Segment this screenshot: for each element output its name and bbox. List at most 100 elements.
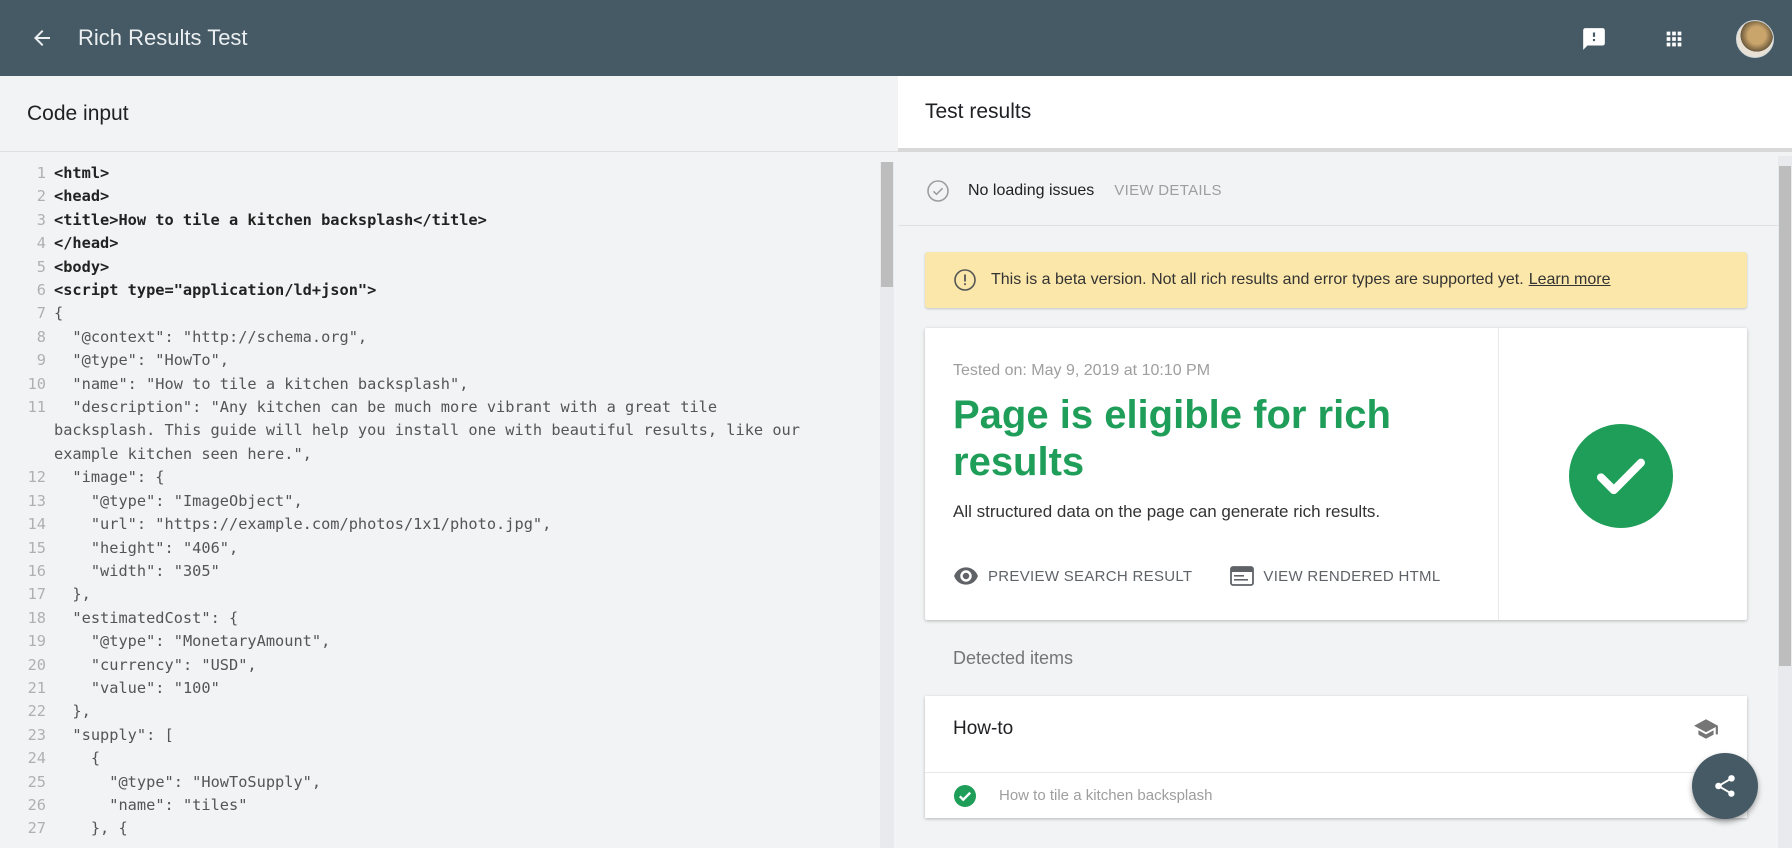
test-results-panel: Test results No loading issues VIEW DETA…	[898, 76, 1792, 848]
line-number: 1	[36, 164, 46, 182]
preview-search-result-button[interactable]: PREVIEW SEARCH RESULT	[953, 566, 1192, 586]
line-number: 3	[36, 210, 46, 229]
code-text: {	[54, 304, 64, 323]
code-line: 25 "@type": "HowToSupply",	[0, 771, 880, 794]
code-line: 23 "supply": [	[0, 724, 880, 747]
line-number: 10	[27, 374, 46, 393]
line-number: 11	[27, 398, 46, 417]
code-text: <html>	[54, 164, 110, 182]
code-line: 8 "@context": "http://schema.org",	[0, 326, 880, 349]
share-icon	[1715, 775, 1735, 797]
eye-icon	[954, 567, 978, 585]
eligibility-subtext: All structured data on the page can gene…	[953, 502, 1381, 521]
code-scrollbar-thumb[interactable]	[881, 162, 893, 287]
check-circle-outline-icon	[927, 179, 949, 202]
line-number: 9	[36, 351, 46, 370]
code-line: 13 "@type": "ImageObject",	[0, 490, 880, 513]
code-line: 22 },	[0, 700, 880, 723]
feedback-icon	[1583, 28, 1605, 50]
line-number: 2	[36, 187, 46, 206]
tested-on: Tested on: May 9, 2019 at 10:10 PM	[953, 362, 1211, 379]
line-number: 17	[27, 585, 46, 604]
share-button[interactable]	[1692, 753, 1758, 819]
view-details-button[interactable]: VIEW DETAILS	[1114, 182, 1222, 199]
line-number: 21	[27, 678, 46, 697]
line-number: 18	[27, 608, 46, 627]
code-text: {	[54, 749, 101, 768]
success-check-icon	[1569, 424, 1673, 528]
detected-item-name: How to tile a kitchen backsplash	[999, 787, 1213, 804]
avatar[interactable]	[1736, 20, 1774, 58]
code-text: </head>	[54, 234, 119, 253]
code-text: "estimatedCost": {	[54, 608, 239, 627]
code-line: 27 }, {	[0, 817, 880, 840]
code-text: "height": "406",	[54, 538, 239, 557]
code-text: <body>	[54, 257, 110, 276]
top-app-bar: Rich Results Test	[0, 0, 1792, 76]
back-button[interactable]	[26, 22, 58, 54]
loading-status: No loading issues	[968, 181, 1095, 199]
code-text: },	[54, 585, 91, 604]
feedback-button[interactable]	[1576, 21, 1612, 57]
view-rendered-html-button[interactable]: VIEW RENDERED HTML	[1230, 566, 1440, 586]
code-text: "@type": "MonetaryAmount",	[54, 632, 331, 651]
code-line: 1 <html>	[0, 162, 880, 185]
code-line: 6 <script type="application/ld+json">	[0, 279, 880, 302]
code-line: 4 </head>	[0, 232, 880, 255]
code-text: "name": "How to tile a kitchen backsplas…	[54, 374, 469, 393]
line-number: 27	[27, 819, 46, 838]
code-text: "description": "Any kitchen can be much …	[54, 398, 800, 463]
line-number: 4	[36, 234, 46, 253]
code-line: 2 <head>	[0, 185, 880, 208]
code-line: 14 "url": "https://example.com/photos/1x…	[0, 513, 880, 536]
graduation-cap-icon	[1694, 719, 1718, 739]
results-scrollbar[interactable]	[1778, 156, 1792, 848]
code-line: 7{	[0, 302, 880, 325]
detected-item-card[interactable]: How-to How to tile a kitchen backsplash	[925, 696, 1747, 818]
line-number: 8	[36, 327, 46, 346]
code-scrollbar[interactable]	[880, 162, 894, 848]
code-text: "supply": [	[54, 725, 174, 744]
detected-items-label: Detected items	[953, 648, 1074, 668]
code-line: 15 "height": "406",	[0, 537, 880, 560]
list-item[interactable]: How to tile a kitchen backsplash	[925, 772, 1747, 818]
check-circle-icon	[954, 784, 976, 807]
eligibility-headline: Page is eligible for rich results	[953, 393, 1391, 484]
code-line: 9 "@type": "HowTo",	[0, 349, 880, 372]
code-line: 19 "@type": "MonetaryAmount",	[0, 630, 880, 653]
beta-notice: This is a beta version. Not all rich res…	[925, 252, 1747, 308]
line-number: 22	[27, 702, 46, 721]
test-results-title: Test results	[898, 76, 1792, 152]
beta-notice-text: This is a beta version. Not all rich res…	[991, 271, 1524, 288]
line-number: 24	[27, 749, 46, 768]
code-text: }, {	[54, 819, 128, 838]
line-number: 7	[36, 304, 46, 323]
code-line: 21 "value": "100"	[0, 677, 880, 700]
code-text: "currency": "USD",	[54, 655, 257, 674]
code-line: 11 "description": "Any kitchen can be mu…	[0, 396, 880, 466]
results-scrollbar-thumb[interactable]	[1779, 166, 1791, 666]
learn-more-link[interactable]: Learn more	[1529, 271, 1611, 289]
apps-button[interactable]	[1656, 21, 1692, 57]
code-text: "image": {	[54, 468, 165, 487]
line-number: 23	[27, 725, 46, 744]
code-input-panel: Code input 1 <html> 2 <head> 3 <title>How to …	[0, 76, 898, 848]
line-number: 26	[27, 795, 46, 814]
line-number: 13	[27, 491, 46, 510]
code-text: <script type="application/ld+json">	[54, 281, 377, 300]
code-editor[interactable]: 1 <html> 2 <head> 3 <title>How to tile a kitc…	[0, 162, 880, 848]
code-text: "name": "tiles"	[54, 795, 248, 814]
line-number: 16	[27, 561, 46, 580]
code-text: "width": "305"	[54, 561, 220, 580]
code-line: 12 "image": {	[0, 466, 880, 489]
line-number: 6	[36, 281, 46, 300]
line-number: 25	[27, 772, 46, 791]
line-number: 12	[27, 468, 46, 487]
code-line: 24 {	[0, 747, 880, 770]
arrow-back-icon	[34, 30, 50, 46]
code-input-title: Code input	[0, 76, 898, 152]
loading-status-row: No loading issues VIEW DETAILS	[898, 156, 1778, 226]
code-line: 26 "name": "tiles"	[0, 794, 880, 817]
code-text: },	[54, 702, 91, 721]
line-number: 15	[27, 538, 46, 557]
